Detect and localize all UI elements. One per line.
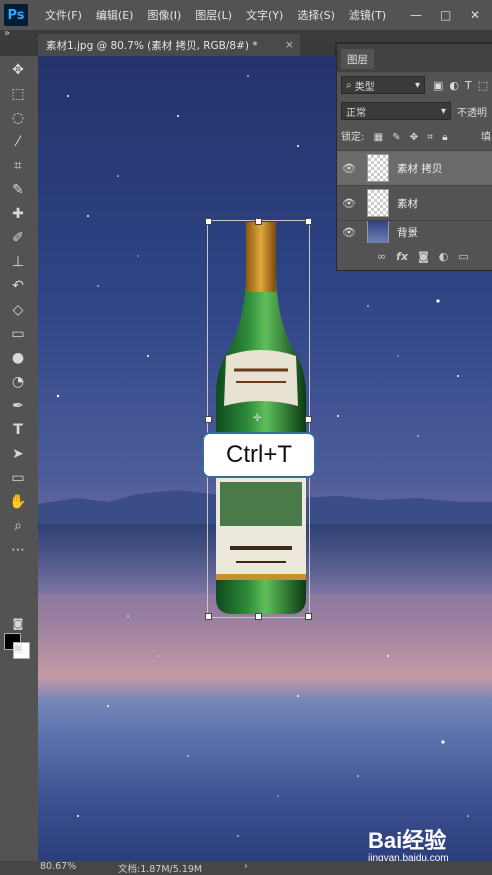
fx-icon[interactable]: fx: [396, 250, 408, 263]
tools-panel: ✥ ⬚ ◌ ⁄ ⌗ ✎ ✚ ✐ ⊥ ↶ ◇ ▭ ● ◔ ✒ T ➤ ▭ ✋ ⌕ …: [0, 56, 39, 861]
zoom-level[interactable]: 80.67%: [40, 861, 76, 872]
layer-filter-select[interactable]: ⌕ 类型 ▾: [341, 76, 425, 94]
free-transform-box[interactable]: ✛: [205, 218, 312, 620]
tab-layers[interactable]: 图层: [341, 49, 374, 69]
chevron-down-icon: ▾: [414, 79, 420, 91]
transform-handle-left[interactable]: [205, 416, 212, 423]
visibility-eye-icon[interactable]: 👁︎: [337, 226, 361, 239]
eraser-tool-icon[interactable]: ◇: [6, 300, 30, 320]
lock-position-icon[interactable]: ✥: [410, 132, 418, 143]
menu-image[interactable]: 图像(I): [140, 7, 188, 23]
gradient-tool-icon[interactable]: ▭: [6, 324, 30, 344]
layer-filter-label: 类型: [354, 81, 375, 93]
layer-row-copy[interactable]: 👁︎ 素材 拷贝: [337, 150, 492, 185]
transform-handle-bottom-right[interactable]: [305, 613, 312, 620]
layer-filter-icons[interactable]: ▣◐T⬚: [433, 79, 492, 92]
opacity-label: 不透明: [457, 108, 487, 119]
history-brush-tool-icon[interactable]: ↶: [6, 276, 30, 296]
layers-panel: 图层 ⌕ 类型 ▾ ▣◐T⬚ 正常 ▾ 不透明 锁定: ▦ ✎ ✥ ⌗ 🔒︎ 填…: [336, 44, 492, 271]
lock-artboard-icon[interactable]: ⌗: [427, 132, 433, 143]
layer-name: 素材: [397, 197, 418, 210]
status-bar: 80.67% 文档:1.87M/5.19M ›: [0, 861, 492, 875]
layers-panel-footer: ∞ fx ◙ ◐ ▭: [337, 244, 492, 268]
menu-type[interactable]: 文字(Y): [239, 7, 290, 23]
layer-thumbnail: [367, 189, 389, 217]
restore-button[interactable]: □: [440, 0, 451, 30]
menu-layer[interactable]: 图层(L): [188, 7, 239, 23]
visibility-eye-icon[interactable]: 👁︎: [337, 197, 361, 210]
status-menu-arrow-icon[interactable]: ›: [244, 861, 248, 872]
hand-tool-icon[interactable]: ✋: [6, 492, 30, 512]
layer-row-material[interactable]: 👁︎ 素材: [337, 185, 492, 220]
more-tools-icon[interactable]: ⋯: [6, 540, 30, 560]
keyboard-shortcut-overlay: Ctrl+T: [202, 432, 316, 478]
menu-edit[interactable]: 编辑(E): [89, 7, 141, 23]
transform-handle-top-right[interactable]: [305, 218, 312, 225]
transform-handle-bottom[interactable]: [255, 613, 262, 620]
layer-thumbnail: [367, 221, 389, 243]
fill-label: 填: [481, 132, 491, 143]
lock-transparent-icon[interactable]: ▦: [374, 132, 383, 143]
transform-center-point-icon[interactable]: ✛: [253, 413, 261, 424]
layers-panel-header: 图层: [337, 44, 492, 72]
pen-tool-icon[interactable]: ✒: [6, 396, 30, 416]
lock-pixels-icon[interactable]: ✎: [392, 132, 400, 143]
eyedropper-tool-icon[interactable]: ✎: [6, 180, 30, 200]
zoom-tool-icon[interactable]: ⌕: [6, 516, 30, 536]
lasso-tool-icon[interactable]: ◌: [6, 108, 30, 128]
path-select-tool-icon[interactable]: ➤: [6, 444, 30, 464]
type-tool-icon[interactable]: T: [6, 420, 30, 440]
photoshop-logo: Ps: [4, 4, 28, 26]
rectangle-tool-icon[interactable]: ▭: [6, 468, 30, 488]
menu-filter[interactable]: 滤镜(T): [342, 7, 393, 23]
blend-mode-value: 正常: [346, 107, 366, 119]
transform-handle-top[interactable]: [255, 218, 262, 225]
lock-all-icon[interactable]: 🔒︎: [442, 132, 447, 143]
minimize-button[interactable]: —: [410, 0, 422, 30]
layer-thumbnail: [367, 154, 389, 182]
chevron-down-icon: ▾: [440, 105, 446, 117]
brush-tool-icon[interactable]: ✐: [6, 228, 30, 248]
transform-handle-right[interactable]: [305, 416, 312, 423]
screen-mode-icon[interactable]: ▣: [6, 637, 30, 657]
mask-icon[interactable]: ◙: [418, 250, 429, 263]
crop-tool-icon[interactable]: ⌗: [6, 156, 30, 176]
blend-mode-select[interactable]: 正常 ▾: [341, 102, 451, 120]
stamp-tool-icon[interactable]: ⊥: [6, 252, 30, 272]
transform-handle-top-left[interactable]: [205, 218, 212, 225]
document-tab-title: 素材1.jpg @ 80.7% (素材 拷贝, RGB/8#) *: [46, 39, 258, 52]
document-size: 文档:1.87M/5.19M: [118, 864, 203, 875]
layer-name: 背景: [397, 226, 418, 239]
visibility-eye-icon[interactable]: 👁︎: [337, 162, 361, 175]
link-icon[interactable]: ∞: [377, 250, 386, 263]
lock-label: 锁定:: [341, 132, 365, 143]
menu-file[interactable]: 文件(F): [38, 7, 89, 23]
marquee-tool-icon[interactable]: ⬚: [6, 84, 30, 104]
transform-handle-bottom-left[interactable]: [205, 613, 212, 620]
move-tool-icon[interactable]: ✥: [6, 60, 30, 80]
blur-tool-icon[interactable]: ●: [6, 348, 30, 368]
adjustment-icon[interactable]: ◐: [439, 250, 449, 263]
lock-controls: 锁定: ▦ ✎ ✥ ⌗ 🔒︎: [341, 128, 448, 143]
menu-bar: Ps 文件(F) 编辑(E) 图像(I) 图层(L) 文字(Y) 选择(S) 滤…: [0, 0, 492, 30]
baidu-watermark: Bai经验 jingyan.baidu.com: [368, 823, 449, 864]
document-tab[interactable]: 素材1.jpg @ 80.7% (素材 拷贝, RGB/8#) * ×: [38, 34, 300, 56]
quick-mask-icon[interactable]: ◙: [6, 613, 30, 633]
search-icon: ⌕: [346, 79, 352, 91]
dodge-tool-icon[interactable]: ◔: [6, 372, 30, 392]
quick-select-tool-icon[interactable]: ⁄: [6, 132, 30, 152]
folder-icon[interactable]: ▭: [458, 250, 468, 263]
healing-brush-tool-icon[interactable]: ✚: [6, 204, 30, 224]
close-tab-icon[interactable]: ×: [285, 38, 294, 51]
layer-row-background[interactable]: 👁︎ 背景: [337, 220, 492, 243]
layer-name: 素材 拷贝: [397, 162, 443, 175]
collapse-toolbar-icon[interactable]: »: [4, 28, 10, 39]
menu-select[interactable]: 选择(S): [290, 7, 342, 23]
watermark-brand: Bai经验: [368, 828, 447, 853]
close-button[interactable]: ✕: [470, 0, 480, 30]
